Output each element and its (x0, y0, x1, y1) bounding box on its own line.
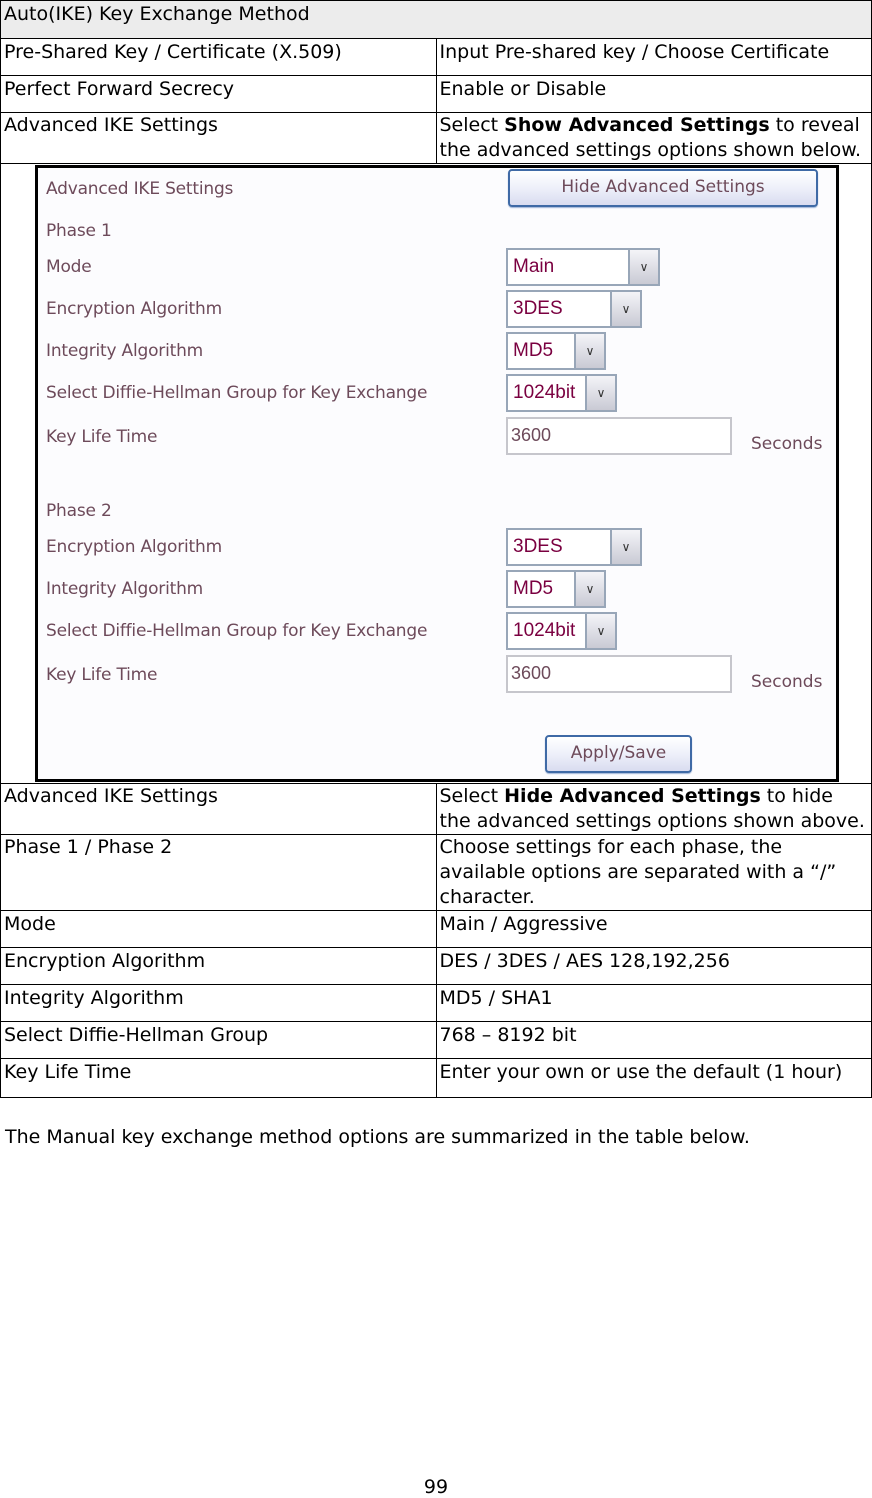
screenshot-row: Advanced IKE Settings Hide Advanced Sett… (0, 163, 872, 784)
phase1-lifetime-label: Key Life Time (46, 427, 158, 447)
apply-save-button[interactable]: Apply/Save (545, 735, 692, 773)
row-label: Select Diffie-Hellman Group (0, 1021, 437, 1059)
selected-value: 1024bit (513, 382, 576, 403)
chevron-down-icon[interactable]: ∨ (574, 572, 604, 606)
chevron-down-icon[interactable]: ∨ (610, 292, 640, 326)
value-bold: Show Advanced Settings (504, 114, 770, 136)
phase2-lifetime-label: Key Life Time (46, 665, 158, 685)
ike-settings-table: Auto(IKE) Key Exchange Method Pre-Shared… (0, 0, 872, 1098)
table-header: Auto(IKE) Key Exchange Method (0, 0, 872, 39)
row-label: Pre-Shared Key / Certificate (X.509) (0, 38, 437, 76)
row-value: Select Show Advanced Settings to reveal … (435, 112, 872, 164)
phase2-encryption-select[interactable]: 3DES ∨ (506, 528, 642, 566)
phase1-integrity-select[interactable]: MD5 ∨ (506, 332, 606, 370)
row-value: Choose settings for each phase, the avai… (435, 834, 872, 911)
phase2-lifetime-units: Seconds (751, 672, 823, 692)
row-value: DES / 3DES / AES 128,192,256 (435, 947, 872, 985)
row-label: Advanced IKE Settings (0, 112, 437, 164)
phase1-dh-label: Select Diffie-Hellman Group for Key Exch… (46, 383, 428, 403)
row-value: Select Hide Advanced Settings to hide th… (435, 783, 872, 835)
row-value: Enter your own or use the default (1 hou… (435, 1058, 872, 1098)
selected-value: MD5 (513, 578, 554, 599)
phase1-mode-label: Mode (46, 257, 92, 277)
row-label: Encryption Algorithm (0, 947, 437, 985)
section-title: Advanced IKE Settings (46, 179, 234, 199)
row-value: Enable or Disable (435, 75, 872, 113)
chevron-down-icon[interactable]: ∨ (574, 334, 604, 368)
row-value: MD5 / SHA1 (435, 984, 872, 1022)
phase2-encryption-label: Encryption Algorithm (46, 537, 222, 557)
phase2-title: Phase 2 (46, 501, 112, 521)
selected-value: Main (513, 256, 555, 277)
phase2-integrity-label: Integrity Algorithm (46, 579, 204, 599)
advanced-ike-screenshot: Advanced IKE Settings Hide Advanced Sett… (35, 165, 839, 782)
chevron-down-icon[interactable]: ∨ (585, 614, 615, 648)
row-label: Mode (0, 910, 437, 948)
selected-value: 1024bit (513, 620, 576, 641)
value-prefix: Select (439, 785, 505, 807)
row-label: Phase 1 / Phase 2 (0, 834, 437, 911)
row-label: Key Life Time (0, 1058, 437, 1098)
phase1-title: Phase 1 (46, 221, 112, 241)
table-row: Select Diffie-Hellman Group 768 – 8192 b… (0, 1021, 872, 1059)
value-bold: Hide Advanced Settings (504, 785, 761, 807)
hide-advanced-settings-button[interactable]: Hide Advanced Settings (508, 169, 818, 207)
phase1-encryption-select[interactable]: 3DES ∨ (506, 290, 642, 328)
phase2-lifetime-input[interactable]: 3600 (506, 655, 732, 693)
row-label: Perfect Forward Secrecy (0, 75, 437, 113)
table-row: Advanced IKE Settings Select Show Advanc… (0, 112, 872, 164)
row-label: Integrity Algorithm (0, 984, 437, 1022)
phase2-dh-label: Select Diffie-Hellman Group for Key Exch… (46, 621, 428, 641)
table-row: Perfect Forward Secrecy Enable or Disabl… (0, 75, 872, 113)
row-value: Main / Aggressive (435, 910, 872, 948)
table-row: Encryption Algorithm DES / 3DES / AES 12… (0, 947, 872, 985)
phase1-integrity-label: Integrity Algorithm (46, 341, 204, 361)
phase1-dh-select[interactable]: 1024bit ∨ (506, 374, 617, 412)
phase1-lifetime-units: Seconds (751, 434, 823, 454)
table-row: Pre-Shared Key / Certificate (X.509) Inp… (0, 38, 872, 76)
table-header-row: Auto(IKE) Key Exchange Method (0, 0, 872, 39)
chevron-down-icon[interactable]: ∨ (585, 376, 615, 410)
phase2-integrity-select[interactable]: MD5 ∨ (506, 570, 606, 608)
phase1-mode-select[interactable]: Main ∨ (506, 248, 660, 286)
phase1-encryption-label: Encryption Algorithm (46, 299, 222, 319)
selected-value: 3DES (513, 298, 563, 319)
manual-key-intro-paragraph: The Manual key exchange method options a… (5, 1126, 750, 1148)
row-value: Input Pre-shared key / Choose Certificat… (435, 38, 872, 76)
row-value: 768 – 8192 bit (435, 1021, 872, 1059)
table-row: Integrity Algorithm MD5 / SHA1 (0, 984, 872, 1022)
phase2-dh-select[interactable]: 1024bit ∨ (506, 612, 617, 650)
phase1-lifetime-input[interactable]: 3600 (506, 417, 732, 455)
chevron-down-icon[interactable]: ∨ (628, 250, 658, 284)
screenshot-cell: Advanced IKE Settings Hide Advanced Sett… (0, 163, 872, 784)
table-row: Phase 1 / Phase 2 Choose settings for ea… (0, 834, 872, 911)
table-row: Mode Main / Aggressive (0, 910, 872, 948)
chevron-down-icon[interactable]: ∨ (610, 530, 640, 564)
selected-value: MD5 (513, 340, 554, 361)
table-row: Key Life Time Enter your own or use the … (0, 1058, 872, 1098)
table-row: Advanced IKE Settings Select Hide Advanc… (0, 783, 872, 835)
row-label: Advanced IKE Settings (0, 783, 437, 835)
selected-value: 3DES (513, 536, 563, 557)
value-prefix: Select (439, 114, 505, 136)
